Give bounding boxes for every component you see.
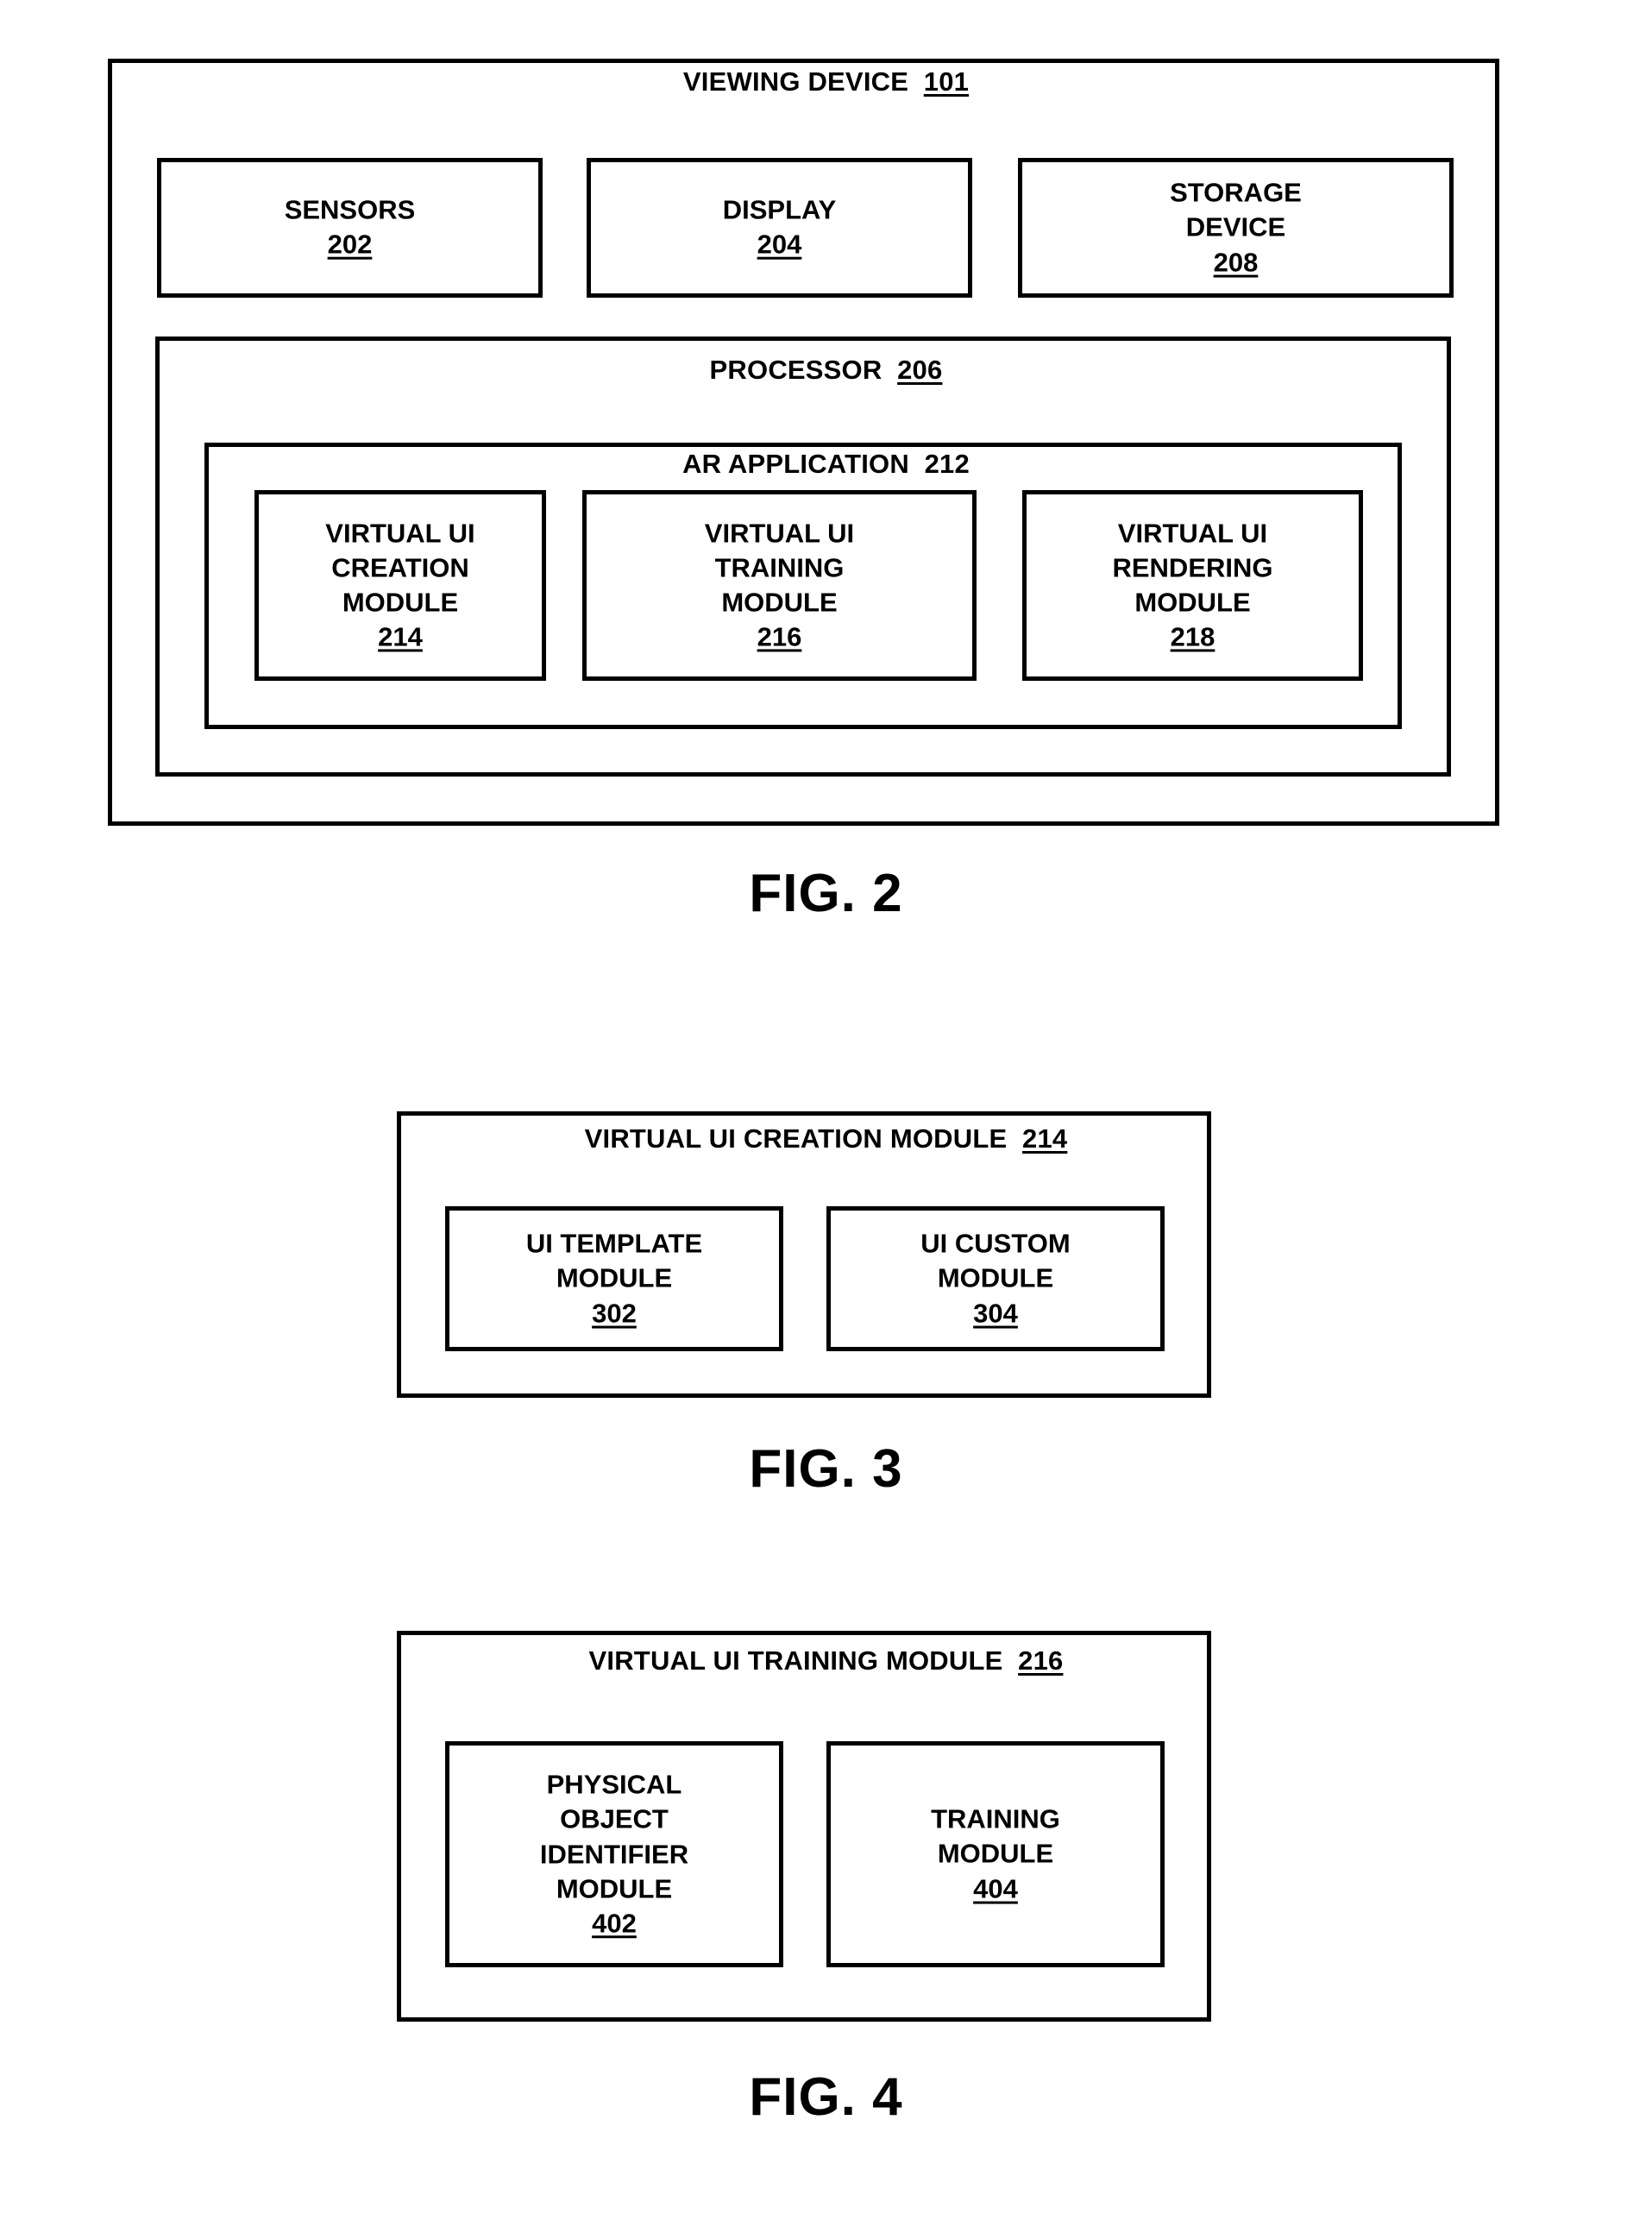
vuitm-numeral: 216 — [757, 621, 802, 652]
uitm-numeral: 302 — [592, 1298, 637, 1329]
storage-device-label-line2: DEVICE — [1185, 211, 1286, 242]
vuitm-line2: TRAINING — [714, 552, 845, 583]
fig3-title-numeral: 214 — [1022, 1123, 1068, 1154]
processor-title: PROCESSOR 206 — [0, 355, 1652, 386]
vuicm-line3: MODULE — [342, 587, 459, 618]
virtual-ui-rendering-module-label: VIRTUAL UI RENDERING MODULE 218 — [1027, 516, 1359, 655]
sensors-box: SENSORS 202 — [157, 158, 543, 298]
uicm-line1: UI CUSTOM — [920, 1228, 1071, 1259]
storage-device-numeral: 208 — [1213, 247, 1259, 278]
fig4-title-numeral: 216 — [1018, 1645, 1064, 1676]
patent-drawing-sheet: VIEWING DEVICE 101 SENSORS 202 DISPLAY 2… — [0, 0, 1652, 2227]
ui-custom-module-box: UI CUSTOM MODULE 304 — [826, 1206, 1165, 1351]
ar-application-title-text: AR APPLICATION — [682, 449, 909, 479]
training-module-box: TRAINING MODULE 404 — [826, 1741, 1165, 1967]
fig4-title-text: VIRTUAL UI TRAINING MODULE — [588, 1645, 1003, 1676]
ui-template-module-box: UI TEMPLATE MODULE 302 — [445, 1206, 783, 1351]
uitm-line2: MODULE — [556, 1262, 673, 1293]
fig3-title-text: VIRTUAL UI CREATION MODULE — [584, 1123, 1008, 1154]
tm-line2: MODULE — [937, 1838, 1054, 1869]
uicm-line2: MODULE — [937, 1262, 1054, 1293]
display-numeral: 204 — [757, 230, 802, 260]
display-box: DISPLAY 204 — [587, 158, 972, 298]
ar-application-title: AR APPLICATION 212 — [0, 449, 1652, 480]
ar-application-numeral: 212 — [924, 449, 970, 479]
processor-title-text: PROCESSOR — [709, 355, 883, 385]
ui-custom-module-label: UI CUSTOM MODULE 304 — [831, 1227, 1160, 1331]
tm-numeral: 404 — [973, 1873, 1018, 1904]
vuirm-line2: RENDERING — [1112, 552, 1273, 583]
poim-line3: IDENTIFIER — [539, 1838, 689, 1869]
storage-device-box: STORAGE DEVICE 208 — [1018, 158, 1454, 298]
poim-line4: MODULE — [556, 1873, 673, 1904]
poim-line2: OBJECT — [560, 1803, 669, 1834]
uicm-numeral: 304 — [973, 1298, 1018, 1329]
physical-object-identifier-module-box: PHYSICAL OBJECT IDENTIFIER MODULE 402 — [445, 1741, 783, 1967]
fig4-title: VIRTUAL UI TRAINING MODULE 216 — [0, 1645, 1652, 1677]
storage-device-label: STORAGE DEVICE 208 — [1022, 176, 1449, 280]
display-label: DISPLAY 204 — [591, 193, 968, 263]
sensors-label-text: SENSORS — [284, 194, 416, 225]
processor-numeral: 206 — [897, 355, 943, 385]
sensors-label: SENSORS 202 — [161, 193, 538, 263]
ui-template-module-label: UI TEMPLATE MODULE 302 — [449, 1227, 779, 1331]
figure-4-caption: FIG. 4 — [749, 2067, 903, 2127]
vuicm-line1: VIRTUAL UI — [325, 517, 475, 548]
vuitm-line1: VIRTUAL UI — [704, 517, 855, 548]
training-module-label: TRAINING MODULE 404 — [831, 1802, 1160, 1907]
vuirm-line3: MODULE — [1134, 587, 1251, 618]
viewing-device-numeral: 101 — [923, 66, 970, 97]
physical-object-identifier-module-label: PHYSICAL OBJECT IDENTIFIER MODULE 402 — [449, 1767, 779, 1941]
virtual-ui-rendering-module-box: VIRTUAL UI RENDERING MODULE 218 — [1022, 490, 1363, 681]
vuitm-line3: MODULE — [721, 587, 838, 618]
figure-2-caption: FIG. 2 — [749, 864, 903, 923]
sensors-numeral: 202 — [327, 230, 373, 260]
virtual-ui-training-module-box: VIRTUAL UI TRAINING MODULE 216 — [582, 490, 977, 681]
fig3-title: VIRTUAL UI CREATION MODULE 214 — [0, 1123, 1652, 1154]
tm-line1: TRAINING — [931, 1803, 1060, 1834]
virtual-ui-creation-module-label: VIRTUAL UI CREATION MODULE 214 — [259, 516, 542, 655]
viewing-device-title: VIEWING DEVICE 101 — [0, 66, 1652, 98]
vuicm-numeral: 214 — [378, 621, 423, 652]
poim-numeral: 402 — [592, 1908, 637, 1939]
viewing-device-title-text: VIEWING DEVICE — [682, 66, 909, 97]
storage-device-label-line1: STORAGE — [1170, 177, 1302, 208]
virtual-ui-creation-module-box: VIRTUAL UI CREATION MODULE 214 — [254, 490, 546, 681]
vuirm-line1: VIRTUAL UI — [1117, 517, 1268, 548]
display-label-text: DISPLAY — [722, 194, 837, 225]
vuicm-line2: CREATION — [331, 552, 469, 583]
uitm-line1: UI TEMPLATE — [525, 1228, 703, 1259]
poim-line1: PHYSICAL — [546, 1769, 682, 1800]
virtual-ui-training-module-label: VIRTUAL UI TRAINING MODULE 216 — [587, 516, 972, 655]
figure-3-caption: FIG. 3 — [749, 1439, 903, 1499]
vuirm-numeral: 218 — [1170, 621, 1215, 652]
